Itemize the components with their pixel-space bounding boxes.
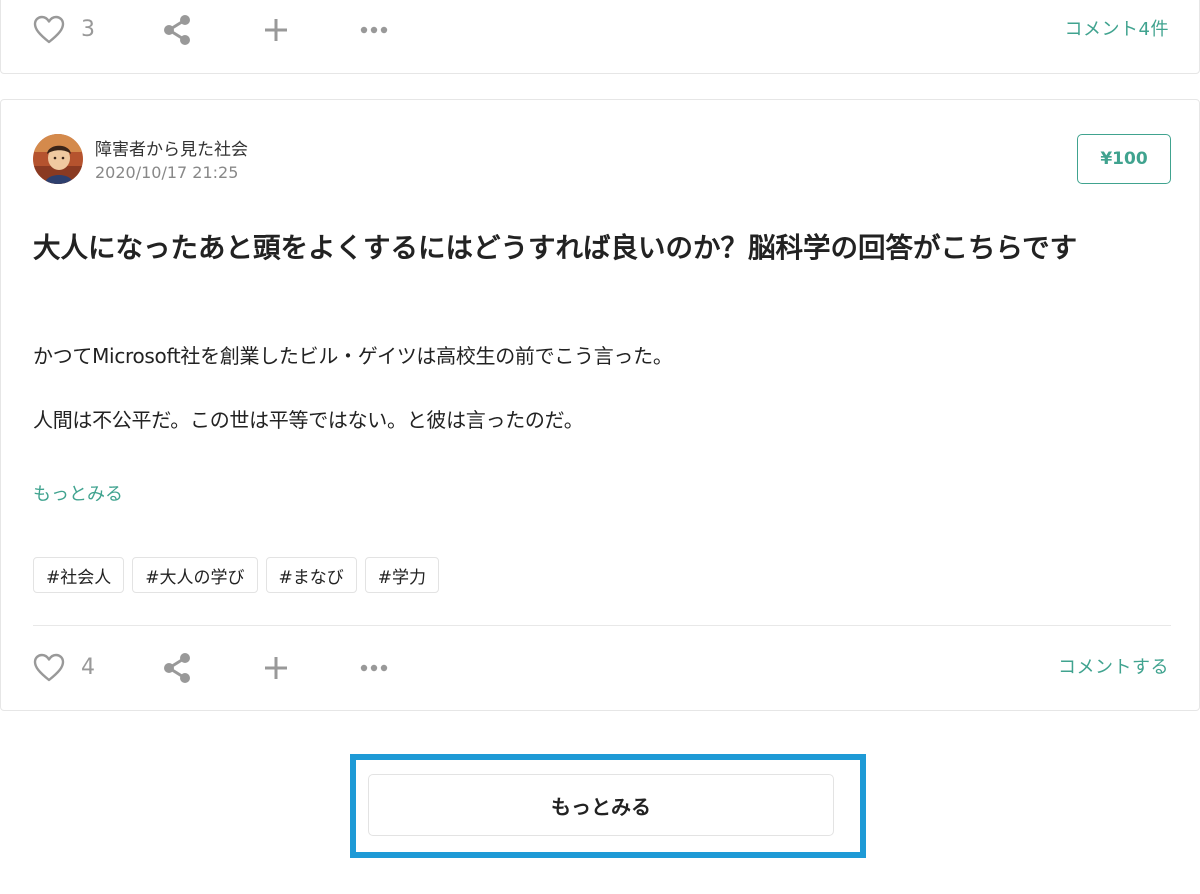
share-button[interactable] xyxy=(161,651,193,685)
tag-item[interactable]: #大人の学び xyxy=(132,557,258,593)
like-count: 3 xyxy=(81,17,95,42)
post-title[interactable]: 大人になったあと頭をよくするにはどうすれば良いのか？脳科学の回答がこちらです xyxy=(33,226,1173,270)
load-more-button[interactable]: もっとみる xyxy=(368,774,834,836)
excerpt-paragraph: かつてMicrosoft社を創業したビル・ゲイツは高校生の前でこう言った。 xyxy=(33,344,673,368)
add-to-magazine-button[interactable] xyxy=(261,17,291,43)
post-actions: 4 コメントする xyxy=(33,648,1169,688)
post-card: 障害者から見た社会 2020/10/17 21:25 ¥100 大人になったあと… xyxy=(0,99,1200,711)
tag-item[interactable]: #社会人 xyxy=(33,557,125,593)
price-button[interactable]: ¥100 xyxy=(1077,134,1171,184)
more-options-button[interactable] xyxy=(359,664,389,672)
heart-icon xyxy=(33,15,65,45)
previous-post-actions: 3 コメント4件 xyxy=(33,10,1169,50)
share-icon xyxy=(161,13,193,47)
like-button[interactable]: 3 xyxy=(33,15,103,45)
ellipsis-icon xyxy=(360,664,388,672)
plus-icon xyxy=(263,655,289,681)
tag-item[interactable]: #学力 xyxy=(364,557,439,593)
comments-link[interactable]: コメント4件 xyxy=(1065,10,1169,50)
avatar[interactable] xyxy=(33,134,83,184)
ellipsis-icon xyxy=(360,26,388,34)
previous-post-card: 3 コメント4件 xyxy=(0,0,1200,74)
divider xyxy=(33,625,1171,626)
tag-item[interactable]: #まなび xyxy=(265,557,357,593)
read-more-link[interactable]: もっとみる xyxy=(33,480,123,506)
like-button[interactable]: 4 xyxy=(33,653,103,683)
more-options-button[interactable] xyxy=(359,26,389,34)
post-date: 2020/10/17 21:25 xyxy=(95,163,239,182)
add-to-magazine-button[interactable] xyxy=(261,655,291,681)
tag-list: #社会人 #大人の学び #まなび #学力 xyxy=(33,557,439,593)
author-row: 障害者から見た社会 2020/10/17 21:25 ¥100 xyxy=(33,134,1171,186)
like-count: 4 xyxy=(81,655,95,680)
share-icon xyxy=(161,651,193,685)
excerpt-paragraph: 人間は不公平だ。この世は平等ではない。と彼は言ったのだ。 xyxy=(33,408,584,432)
comment-link[interactable]: コメントする xyxy=(1058,648,1169,688)
share-button[interactable] xyxy=(161,13,193,47)
heart-icon xyxy=(33,653,65,683)
author-name[interactable]: 障害者から見た社会 xyxy=(95,135,248,160)
plus-icon xyxy=(263,17,289,43)
